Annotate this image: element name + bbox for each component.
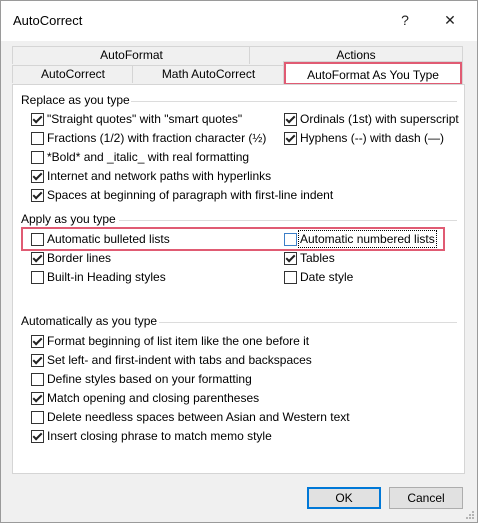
option-label: Internet and network paths with hyperlin…: [47, 169, 272, 183]
checkbox[interactable]: [31, 189, 44, 202]
option-label: Hyphens (--) with dash (—): [300, 131, 445, 145]
option-label: Delete needless spaces between Asian and…: [47, 410, 350, 424]
section-divider: [119, 220, 457, 221]
checkbox[interactable]: [31, 132, 44, 145]
section-divider: [159, 322, 457, 323]
checkbox[interactable]: [31, 113, 44, 126]
checkbox[interactable]: [31, 170, 44, 183]
tab-autocorrect[interactable]: AutoCorrect: [12, 65, 134, 83]
checkbox[interactable]: [31, 252, 44, 265]
checkbox[interactable]: [31, 271, 44, 284]
option-label: Tables: [300, 251, 335, 265]
tab-autoformat[interactable]: AutoFormat: [12, 46, 251, 64]
autocorrect-dialog: AutoCorrect ? ✕ AutoFormat Actions AutoC…: [0, 0, 478, 523]
checkbox[interactable]: [31, 233, 44, 246]
checkbox[interactable]: [31, 373, 44, 386]
option-label: Format beginning of list item like the o…: [47, 334, 310, 348]
option-label: *Bold* and _italic_ with real formatting: [47, 150, 250, 164]
checkbox[interactable]: [31, 392, 44, 405]
replace-section-title: Replace as you type: [21, 93, 130, 107]
option-label: Built-in Heading styles: [47, 270, 166, 284]
tab-row-front: AutoCorrect Math AutoCorrect AutoFormat …: [12, 61, 463, 85]
auto-section-title: Automatically as you type: [21, 314, 158, 328]
checkbox[interactable]: [31, 151, 44, 164]
section-divider: [131, 101, 457, 102]
tab-math-autocorrect[interactable]: Math AutoCorrect: [132, 65, 285, 83]
tab-autoformat-as-you-type[interactable]: AutoFormat As You Type: [283, 61, 463, 85]
ok-button[interactable]: OK: [307, 487, 381, 509]
option-label: Border lines: [47, 251, 112, 265]
option-label: Set left- and first-indent with tabs and…: [47, 353, 312, 367]
checkbox[interactable]: [284, 252, 297, 265]
checkbox[interactable]: [31, 411, 44, 424]
tab-panel: Replace as you type "Straight quotes" wi…: [12, 84, 465, 474]
checkbox[interactable]: [284, 113, 297, 126]
option-label: Ordinals (1st) with superscript: [300, 112, 459, 126]
option-label: Automatic bulleted lists: [47, 232, 170, 246]
apply-section-title: Apply as you type: [21, 212, 116, 226]
option-label: Define styles based on your formatting: [47, 372, 252, 386]
checkbox[interactable]: [284, 271, 297, 284]
option-label: Match opening and closing parentheses: [47, 391, 260, 405]
option-label: Spaces at beginning of paragraph with fi…: [47, 188, 334, 202]
checkbox[interactable]: [31, 354, 44, 367]
checkbox[interactable]: [284, 132, 297, 145]
checkbox[interactable]: [31, 335, 44, 348]
checkbox[interactable]: [284, 233, 297, 246]
checkbox[interactable]: [31, 430, 44, 443]
resize-grip-icon[interactable]: [465, 510, 475, 520]
title-bar: AutoCorrect ? ✕: [1, 1, 477, 41]
tab-highlight-box: [284, 62, 462, 85]
dialog-title: AutoCorrect: [13, 13, 83, 28]
option-label: Automatic numbered lists: [298, 230, 437, 248]
option-label: Date style: [300, 270, 354, 284]
option-label: "Straight quotes" with "smart quotes": [47, 112, 243, 126]
option-label: Insert closing phrase to match memo styl…: [47, 429, 272, 443]
option-label: Fractions (1/2) with fraction character …: [47, 131, 267, 145]
cancel-button[interactable]: Cancel: [389, 487, 463, 509]
close-button[interactable]: ✕: [435, 9, 465, 31]
help-button[interactable]: ?: [390, 9, 420, 31]
